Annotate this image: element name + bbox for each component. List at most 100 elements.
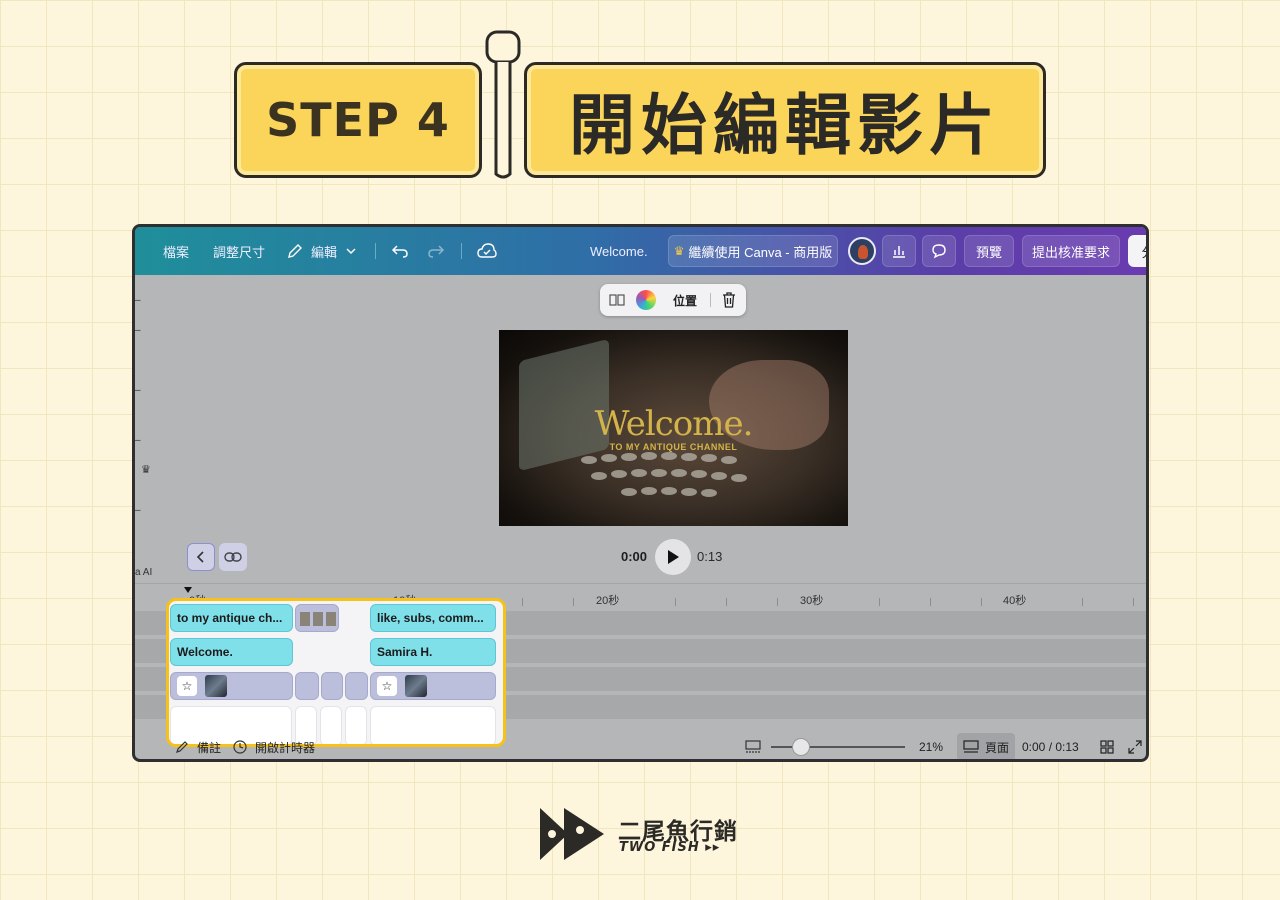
sidebar-edge-mark: – xyxy=(135,435,141,446)
ruler-tick xyxy=(1082,598,1083,606)
trash-icon xyxy=(723,292,735,308)
ruler-tick xyxy=(1133,598,1134,606)
sidebar-edge-mark: – xyxy=(135,325,141,336)
preview-button[interactable]: 預覽 xyxy=(964,235,1014,267)
comment-icon xyxy=(932,244,946,259)
chevron-left-icon xyxy=(196,551,204,563)
flip-button[interactable] xyxy=(606,284,628,316)
video-thumbnail xyxy=(205,675,227,697)
two-fish-logo-icon xyxy=(540,808,604,860)
notes-icon xyxy=(176,741,188,753)
crown-icon: ♛ xyxy=(673,244,685,258)
clock-icon xyxy=(233,740,247,754)
video-clip[interactable] xyxy=(321,672,343,700)
top-toolbar: 檔案 調整尺寸 編輯 Welcome. ♛ 繼續使用 Canva - 商用版 預… xyxy=(135,227,1146,275)
ruler-label: 40秒 xyxy=(1003,595,1027,607)
ruler-tick xyxy=(573,598,574,606)
collapse-timeline-button[interactable] xyxy=(187,543,215,571)
zoom-slider[interactable] xyxy=(771,738,905,756)
ruler-tick xyxy=(879,598,880,606)
pages-button[interactable]: 頁面 xyxy=(957,733,1016,759)
ruler-tick xyxy=(981,598,982,606)
flip-icon xyxy=(609,294,625,306)
timer-button[interactable]: 開啟計時器 xyxy=(233,733,316,759)
text-clip[interactable]: to my antique ch... xyxy=(170,604,293,632)
delete-button[interactable] xyxy=(716,284,742,316)
notes-button[interactable]: 備註 xyxy=(175,733,221,759)
redo-icon[interactable] xyxy=(427,243,445,259)
timeline-highlight-panel: to my antique ch... like, subs, comm... … xyxy=(166,598,506,747)
upgrade-button-label: 繼續使用 Canva - 商用版 xyxy=(688,244,833,260)
undo-icon[interactable] xyxy=(391,243,409,259)
ruler-label: 20秒 xyxy=(596,595,620,607)
brand-name-english: TWO FISH ▸▸ xyxy=(619,840,721,855)
text-clip[interactable]: Samira H. xyxy=(370,638,496,666)
zoom-slider-handle[interactable] xyxy=(792,738,810,756)
crown-icon: ♛ xyxy=(141,464,151,476)
toolbar-divider xyxy=(375,243,376,259)
link-button[interactable] xyxy=(219,543,247,571)
play-button[interactable] xyxy=(655,539,691,575)
share-button[interactable]: 分 xyxy=(1128,235,1146,267)
sidebar-ai-label[interactable]: a AI xyxy=(135,567,152,578)
zoom-percent[interactable]: 21% xyxy=(919,733,943,759)
video-title-text: Welcome. xyxy=(594,404,754,444)
pages-icon xyxy=(963,740,979,753)
position-button[interactable]: 位置 xyxy=(664,284,706,316)
editor-screenshot: 檔案 調整尺寸 編輯 Welcome. ♛ 繼續使用 Canva - 商用版 預… xyxy=(132,224,1149,762)
document-title[interactable]: Welcome. xyxy=(590,227,648,275)
ruler-tick xyxy=(675,598,676,606)
video-clip[interactable]: ☆ xyxy=(370,672,496,700)
upgrade-button[interactable]: ♛ 繼續使用 Canva - 商用版 xyxy=(668,235,838,267)
file-menu[interactable]: 檔案 xyxy=(163,227,189,275)
play-icon xyxy=(668,550,679,564)
video-clip[interactable]: ☆ xyxy=(170,672,293,700)
fullscreen-button[interactable] xyxy=(1128,733,1142,759)
sidebar-edge-mark: – xyxy=(135,385,141,396)
bottom-status-bar: 備註 開啟計時器 21% 頁面 0:00 / 0:13 xyxy=(135,733,1146,759)
image-clip[interactable] xyxy=(295,604,339,632)
pages-label: 頁面 xyxy=(985,740,1010,755)
bar-chart-icon xyxy=(893,246,905,258)
pin-connector-icon xyxy=(485,30,521,179)
submit-approval-button[interactable]: 提出核准要求 xyxy=(1022,235,1120,267)
ruler-tick xyxy=(930,598,931,606)
cloud-saved-icon[interactable] xyxy=(477,242,497,260)
time-readout: 0:00 / 0:13 xyxy=(1022,740,1079,754)
video-clip[interactable] xyxy=(345,672,368,700)
total-time: 0:13 xyxy=(697,549,723,564)
toolbar-divider xyxy=(461,243,462,259)
pencil-icon xyxy=(288,244,302,258)
magic-star-icon: ☆ xyxy=(177,676,197,696)
expand-icon xyxy=(1128,740,1142,754)
edit-menu-label: 編輯 xyxy=(311,244,338,260)
ruler-tick xyxy=(522,598,523,606)
page-view-toggle[interactable] xyxy=(745,733,761,759)
timer-label: 開啟計時器 xyxy=(255,740,316,755)
analytics-button[interactable] xyxy=(882,235,916,267)
avatar[interactable] xyxy=(848,237,876,265)
video-thumbnail xyxy=(405,675,427,697)
video-subtitle-text: TO MY ANTIQUE CHANNEL xyxy=(609,442,738,452)
grid-view-button[interactable] xyxy=(1100,733,1114,759)
typewriter-thumbnail-icon xyxy=(300,612,336,626)
page-grid-icon xyxy=(745,740,761,753)
color-button[interactable] xyxy=(634,284,658,316)
video-clip[interactable] xyxy=(295,672,319,700)
toolbar-divider xyxy=(710,293,711,307)
element-floating-toolbar: 位置 xyxy=(600,284,746,316)
step-label: STEP 4 xyxy=(234,62,482,178)
edit-menu[interactable]: 編輯 xyxy=(287,227,357,275)
ruler-tick xyxy=(726,598,727,606)
page-title: 開始編輯影片 xyxy=(524,62,1046,178)
sidebar-edge-mark: – xyxy=(135,295,141,306)
text-clip[interactable]: like, subs, comm... xyxy=(370,604,496,632)
current-time: 0:00 xyxy=(621,549,648,564)
sidebar-edge-mark: – xyxy=(135,505,141,516)
text-clip[interactable]: Welcome. xyxy=(170,638,293,666)
comment-button[interactable] xyxy=(922,235,956,267)
video-preview[interactable]: Welcome. TO MY ANTIQUE CHANNEL xyxy=(499,330,848,526)
ruler-label: 30秒 xyxy=(800,595,824,607)
resize-menu[interactable]: 調整尺寸 xyxy=(213,227,265,275)
color-wheel-icon xyxy=(636,290,656,310)
